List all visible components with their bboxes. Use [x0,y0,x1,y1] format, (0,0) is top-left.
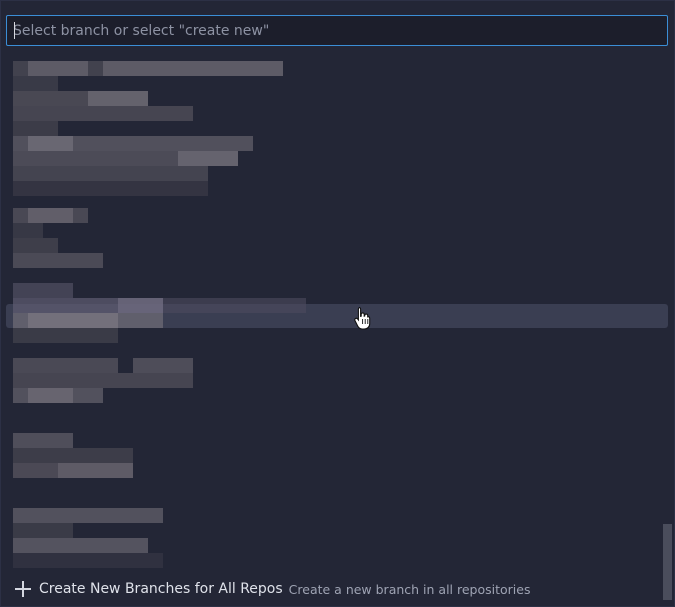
list-item[interactable] [13,433,133,463]
list-item[interactable] [13,61,283,91]
list-item[interactable] [13,121,253,151]
branch-search-input[interactable] [7,16,667,45]
branch-list [1,53,661,573]
list-item[interactable] [13,388,118,418]
branch-picker: Create New Branches for All Repos Create… [0,0,675,607]
list-item[interactable] [13,91,193,121]
list-item[interactable] [13,463,133,493]
list-item[interactable] [13,208,88,238]
list-item[interactable] [13,313,163,343]
list-item[interactable] [13,238,103,268]
scrollbar-thumb[interactable] [663,524,672,600]
create-new-branches-label: Create New Branches for All Repos [39,581,283,597]
list-item[interactable] [13,181,208,211]
create-new-branches-item[interactable]: Create New Branches for All Repos Create… [15,579,530,599]
list-item[interactable] [13,538,163,568]
plus-icon [15,581,31,597]
text-caret [14,22,15,39]
list-item[interactable] [13,508,163,538]
create-new-branches-description: Create a new branch in all repositories [288,581,531,597]
branch-search-box[interactable] [6,15,668,46]
hand-cursor-icon [354,306,371,330]
list-item[interactable] [13,283,313,313]
list-item[interactable] [13,151,238,181]
list-item[interactable] [13,358,193,388]
